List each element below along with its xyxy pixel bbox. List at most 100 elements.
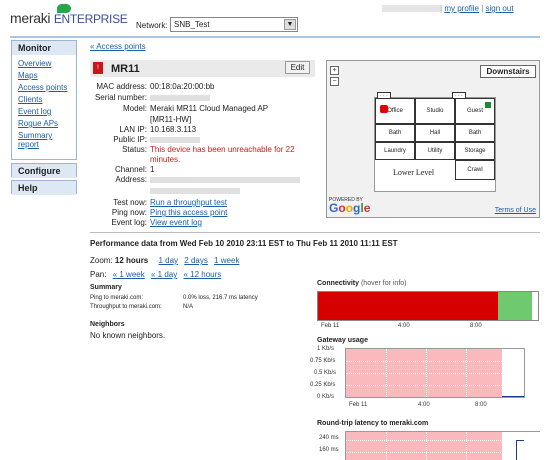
connectivity-title-text: Connectivity xyxy=(317,280,360,287)
ap-green-marker-icon xyxy=(485,102,491,108)
section-divider xyxy=(90,232,540,233)
connectivity-title: Connectivity (hover for info) xyxy=(317,280,407,287)
room-laundry: Laundry xyxy=(375,142,415,160)
model-value-1: Meraki MR11 Cloud Managed AP xyxy=(150,104,269,113)
gridline xyxy=(426,349,427,397)
gridline xyxy=(346,373,524,374)
zoom-out-button[interactable]: − xyxy=(330,77,339,86)
network-label: Network: xyxy=(136,21,168,30)
zoom-1-week-link[interactable]: 1 week xyxy=(214,256,239,265)
sign-out-link[interactable]: sign out xyxy=(486,4,514,13)
room-hall: Hall xyxy=(415,124,455,142)
room-storage: Storage xyxy=(455,142,495,160)
model-label: Model: xyxy=(122,104,147,113)
back-to-access-points-link[interactable]: « Access points xyxy=(90,42,146,51)
sidebar-item-rogue-aps[interactable]: Rogue APs xyxy=(12,118,76,130)
rtt-latency-line xyxy=(516,440,524,460)
sidebar-item-access-points[interactable]: Access points xyxy=(12,82,76,94)
pan-12-hours-link[interactable]: « 12 hours xyxy=(183,270,221,279)
room-office: Office xyxy=(375,98,415,124)
gridline xyxy=(466,349,467,397)
status-value-2: minutes. xyxy=(150,155,181,164)
zoom-label: Zoom: xyxy=(90,256,113,265)
pan-1-week-link[interactable]: « 1 week xyxy=(113,270,145,279)
sidebar-configure-title[interactable]: Configure xyxy=(12,164,76,178)
device-name: MR11 xyxy=(111,63,140,75)
floor-level-label: Lower Level xyxy=(393,168,435,177)
zoom-2-days-link[interactable]: 2 days xyxy=(184,256,208,265)
pan-label: Pan: xyxy=(90,270,107,279)
sidebar-item-summary-report[interactable]: Summary report xyxy=(12,130,76,150)
gridline xyxy=(386,349,387,397)
mac-label: MAC address: xyxy=(96,82,147,91)
view-event-log-link[interactable]: View event log xyxy=(150,217,202,228)
address-blurred xyxy=(150,176,300,183)
my-profile-link[interactable]: my profile xyxy=(444,4,479,13)
gridline xyxy=(466,432,467,460)
sidebar-item-clients[interactable]: Clients xyxy=(12,94,76,106)
sidebar-monitor-panel: Monitor Overview Maps Access points Clie… xyxy=(11,40,77,160)
ping-to-meraki-value: 0.0% loss, 216.7 ms latency xyxy=(183,295,258,301)
zoom-1-day-link[interactable]: 1 day xyxy=(158,256,178,265)
sidebar-item-event-log[interactable]: Event log xyxy=(12,106,76,118)
mac-value: 00:18:0a:20:00:bb xyxy=(150,82,215,91)
gridline xyxy=(346,385,524,386)
gw-xtick-feb11: Feb 11 xyxy=(349,402,368,408)
network-select[interactable]: SNB_Test ▼ xyxy=(170,17,298,32)
sidebar-monitor-title: Monitor xyxy=(12,41,76,55)
gateway-usage-plot[interactable] xyxy=(345,348,525,398)
pan-controls: Pan: « 1 week « 1 day « 12 hours xyxy=(90,270,221,279)
summary-report-line1: Summary xyxy=(18,131,53,140)
gateway-usage-line xyxy=(502,396,524,397)
gateway-usage-title: Gateway usage xyxy=(317,337,368,344)
rtt-ytick-240: 240 ms xyxy=(319,435,339,441)
gw-xtick-4: 4:00 xyxy=(418,402,430,408)
sidebar-configure-panel[interactable]: Configure xyxy=(11,163,77,178)
room-laundry-label: Laundry xyxy=(384,148,406,154)
rtt-title: Round-trip latency to meraki.com xyxy=(317,420,429,427)
zoom-controls: Zoom: 12 hours 1 day 2 days 1 week xyxy=(90,256,239,265)
pan-1-day-link[interactable]: « 1 day xyxy=(151,270,177,279)
sidebar-help-panel[interactable]: Help xyxy=(11,180,77,195)
connectivity-bar[interactable] xyxy=(317,291,539,321)
room-bath-2-label: Bath xyxy=(468,130,482,136)
sidebar-item-overview[interactable]: Overview xyxy=(12,58,76,70)
rtt-plot[interactable] xyxy=(345,431,540,460)
room-utility-label: Utility xyxy=(427,148,443,154)
terms-of-use-link[interactable]: Terms of Use xyxy=(495,207,536,214)
sidebar-item-maps[interactable]: Maps xyxy=(12,70,76,82)
room-office-label: Office xyxy=(387,108,403,114)
gridline xyxy=(426,432,427,460)
throughput-label: Throughput to meraki.com: xyxy=(90,304,162,310)
connectivity-no-data-segment xyxy=(532,292,538,320)
network-select-value: SNB_Test xyxy=(174,20,210,29)
logo-sub-text: ENTERPRISE xyxy=(53,12,128,26)
publicip-blurred xyxy=(150,136,200,143)
room-studio-label: Studio xyxy=(426,108,444,114)
edit-button[interactable]: Edit xyxy=(285,61,310,74)
performance-title: Performance data from Wed Feb 10 2010 23… xyxy=(90,239,398,248)
gridline xyxy=(346,361,524,362)
serial-label: Serial number: xyxy=(94,93,147,102)
gateway-recent-segment xyxy=(502,349,524,397)
header-divider xyxy=(10,36,540,38)
connectivity-hint: (hover for info) xyxy=(360,280,407,287)
map-view-select[interactable]: Downstairs xyxy=(480,65,536,78)
room-bath-1: Bath xyxy=(375,124,415,142)
sidebar-help-title[interactable]: Help xyxy=(12,181,76,195)
top-links: | my profile | sign out xyxy=(440,4,514,13)
gw-xtick-8: 8:00 xyxy=(475,402,487,408)
conn-tick-8: 8:00 xyxy=(470,323,482,329)
floor-plan-map[interactable]: + − Downstairs · · · · · · Office Studio… xyxy=(326,60,540,218)
room-crawl: Crawl xyxy=(455,160,495,180)
neighbors-title: Neighbors xyxy=(90,321,125,328)
neighbors-value: No known neighbors. xyxy=(90,331,166,340)
chevron-down-icon: ▼ xyxy=(284,19,296,30)
room-bath-1-label: Bath xyxy=(388,130,402,136)
connectivity-up-segment[interactable] xyxy=(498,292,532,320)
rtt-ytick-160: 160 ms xyxy=(319,447,339,453)
gw-ytick-1: 1 Kb/s xyxy=(317,346,335,352)
room-studio: Studio xyxy=(415,98,455,124)
zoom-in-button[interactable]: + xyxy=(330,66,339,75)
room-utility: Utility xyxy=(415,142,455,160)
